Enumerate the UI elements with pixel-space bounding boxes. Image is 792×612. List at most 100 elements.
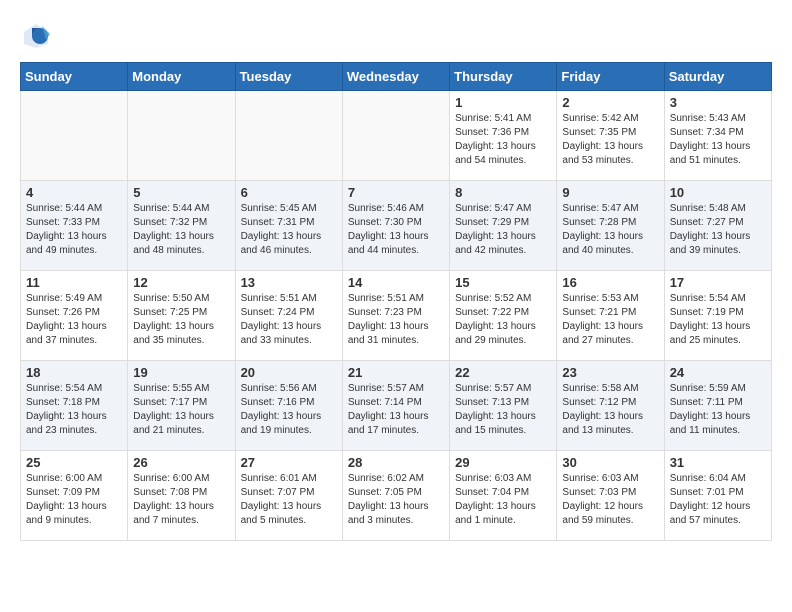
day-number: 4 — [26, 185, 122, 200]
day-info: Sunrise: 5:51 AM Sunset: 7:23 PM Dayligh… — [348, 292, 444, 348]
day-info: Sunrise: 5:46 AM Sunset: 7:30 PM Dayligh… — [348, 202, 444, 258]
day-info: Sunrise: 5:55 AM Sunset: 7:17 PM Dayligh… — [133, 382, 229, 438]
calendar-cell: 12 Sunrise: 5:50 AM Sunset: 7:25 PM Dayli… — [128, 271, 235, 361]
calendar-cell: 10Sunrise: 5:48 AM Sunset: 7:27 PM Dayli… — [664, 181, 771, 271]
day-number: 8 — [455, 185, 551, 200]
header-friday: Friday — [557, 63, 664, 91]
page-header — [20, 20, 772, 52]
day-number: 1 — [455, 95, 551, 110]
calendar-table: SundayMondayTuesdayWednesdayThursdayFrid… — [20, 62, 772, 541]
calendar-cell: 3 Sunrise: 5:43 AM Sunset: 7:34 PM Daylig… — [664, 91, 771, 181]
calendar-week-5: 25 Sunrise: 6:00 AM Sunset: 7:09 PM Dayli… — [21, 451, 772, 541]
day-number: 7 — [348, 185, 444, 200]
calendar-cell: 13 Sunrise: 5:51 AM Sunset: 7:24 PM Dayli… — [235, 271, 342, 361]
calendar-cell: 4 Sunrise: 5:44 AM Sunset: 7:33 PM Daylig… — [21, 181, 128, 271]
day-number: 5 — [133, 185, 229, 200]
calendar-week-3: 11Sunrise: 5:49 AM Sunset: 7:26 PM Dayli… — [21, 271, 772, 361]
day-info: Sunrise: 5:54 AM Sunset: 7:18 PM Dayligh… — [26, 382, 122, 438]
day-number: 22 — [455, 365, 551, 380]
day-info: Sunrise: 5:59 AM Sunset: 7:11 PM Dayligh… — [670, 382, 766, 438]
day-number: 21 — [348, 365, 444, 380]
calendar-cell: 5 Sunrise: 5:44 AM Sunset: 7:32 PM Daylig… — [128, 181, 235, 271]
day-info: Sunrise: 5:57 AM Sunset: 7:14 PM Dayligh… — [348, 382, 444, 438]
day-number: 14 — [348, 275, 444, 290]
calendar-cell: 28Sunrise: 6:02 AM Sunset: 7:05 PM Dayli… — [342, 451, 449, 541]
day-info: Sunrise: 5:50 AM Sunset: 7:25 PM Dayligh… — [133, 292, 229, 348]
day-number: 11 — [26, 275, 122, 290]
header-wednesday: Wednesday — [342, 63, 449, 91]
calendar-cell: 29 Sunrise: 6:03 AM Sunset: 7:04 PM Dayli… — [450, 451, 557, 541]
calendar-cell: 6Sunrise: 5:45 AM Sunset: 7:31 PM Daylig… — [235, 181, 342, 271]
day-number: 13 — [241, 275, 337, 290]
day-number: 20 — [241, 365, 337, 380]
calendar-cell: 1 Sunrise: 5:41 AM Sunset: 7:36 PM Daylig… — [450, 91, 557, 181]
calendar-cell: 14 Sunrise: 5:51 AM Sunset: 7:23 PM Dayli… — [342, 271, 449, 361]
calendar-cell: 26Sunrise: 6:00 AM Sunset: 7:08 PM Dayli… — [128, 451, 235, 541]
calendar-cell — [21, 91, 128, 181]
calendar-cell: 7 Sunrise: 5:46 AM Sunset: 7:30 PM Daylig… — [342, 181, 449, 271]
day-info: Sunrise: 6:03 AM Sunset: 7:03 PM Dayligh… — [562, 472, 658, 528]
calendar-cell: 8 Sunrise: 5:47 AM Sunset: 7:29 PM Daylig… — [450, 181, 557, 271]
day-info: Sunrise: 6:03 AM Sunset: 7:04 PM Dayligh… — [455, 472, 551, 528]
calendar-header-row: SundayMondayTuesdayWednesdayThursdayFrid… — [21, 63, 772, 91]
day-info: Sunrise: 5:43 AM Sunset: 7:34 PM Dayligh… — [670, 112, 766, 168]
calendar-cell: 2Sunrise: 5:42 AM Sunset: 7:35 PM Daylig… — [557, 91, 664, 181]
day-number: 23 — [562, 365, 658, 380]
calendar-cell: 25 Sunrise: 6:00 AM Sunset: 7:09 PM Dayli… — [21, 451, 128, 541]
calendar-cell: 22 Sunrise: 5:57 AM Sunset: 7:13 PM Dayli… — [450, 361, 557, 451]
day-number: 25 — [26, 455, 122, 470]
day-info: Sunrise: 5:41 AM Sunset: 7:36 PM Dayligh… — [455, 112, 551, 168]
calendar-cell: 17 Sunrise: 5:54 AM Sunset: 7:19 PM Dayli… — [664, 271, 771, 361]
day-info: Sunrise: 6:02 AM Sunset: 7:05 PM Dayligh… — [348, 472, 444, 528]
header-tuesday: Tuesday — [235, 63, 342, 91]
day-info: Sunrise: 5:58 AM Sunset: 7:12 PM Dayligh… — [562, 382, 658, 438]
calendar-cell: 24 Sunrise: 5:59 AM Sunset: 7:11 PM Dayli… — [664, 361, 771, 451]
header-saturday: Saturday — [664, 63, 771, 91]
day-info: Sunrise: 5:54 AM Sunset: 7:19 PM Dayligh… — [670, 292, 766, 348]
calendar-cell: 18 Sunrise: 5:54 AM Sunset: 7:18 PM Dayli… — [21, 361, 128, 451]
header-thursday: Thursday — [450, 63, 557, 91]
header-monday: Monday — [128, 63, 235, 91]
day-number: 27 — [241, 455, 337, 470]
day-number: 12 — [133, 275, 229, 290]
day-number: 9 — [562, 185, 658, 200]
day-number: 29 — [455, 455, 551, 470]
day-number: 31 — [670, 455, 766, 470]
day-number: 17 — [670, 275, 766, 290]
calendar-cell: 20 Sunrise: 5:56 AM Sunset: 7:16 PM Dayli… — [235, 361, 342, 451]
day-info: Sunrise: 5:47 AM Sunset: 7:29 PM Dayligh… — [455, 202, 551, 258]
day-info: Sunrise: 5:44 AM Sunset: 7:33 PM Dayligh… — [26, 202, 122, 258]
calendar-cell: 16 Sunrise: 5:53 AM Sunset: 7:21 PM Dayli… — [557, 271, 664, 361]
day-info: Sunrise: 5:56 AM Sunset: 7:16 PM Dayligh… — [241, 382, 337, 438]
day-number: 16 — [562, 275, 658, 290]
day-number: 10 — [670, 185, 766, 200]
day-number: 3 — [670, 95, 766, 110]
calendar-week-4: 18 Sunrise: 5:54 AM Sunset: 7:18 PM Dayli… — [21, 361, 772, 451]
logo — [20, 20, 56, 52]
calendar-cell: 31 Sunrise: 6:04 AM Sunset: 7:01 PM Dayli… — [664, 451, 771, 541]
calendar-week-2: 4 Sunrise: 5:44 AM Sunset: 7:33 PM Daylig… — [21, 181, 772, 271]
calendar-cell: 23 Sunrise: 5:58 AM Sunset: 7:12 PM Dayli… — [557, 361, 664, 451]
calendar-cell: 19 Sunrise: 5:55 AM Sunset: 7:17 PM Dayli… — [128, 361, 235, 451]
calendar-cell: 21 Sunrise: 5:57 AM Sunset: 7:14 PM Dayli… — [342, 361, 449, 451]
day-info: Sunrise: 6:01 AM Sunset: 7:07 PM Dayligh… — [241, 472, 337, 528]
day-number: 19 — [133, 365, 229, 380]
day-info: Sunrise: 5:44 AM Sunset: 7:32 PM Dayligh… — [133, 202, 229, 258]
calendar-cell: 9Sunrise: 5:47 AM Sunset: 7:28 PM Daylig… — [557, 181, 664, 271]
calendar-week-1: 1 Sunrise: 5:41 AM Sunset: 7:36 PM Daylig… — [21, 91, 772, 181]
day-number: 26 — [133, 455, 229, 470]
day-number: 15 — [455, 275, 551, 290]
day-info: Sunrise: 6:04 AM Sunset: 7:01 PM Dayligh… — [670, 472, 766, 528]
day-info: Sunrise: 6:00 AM Sunset: 7:09 PM Dayligh… — [26, 472, 122, 528]
day-info: Sunrise: 5:45 AM Sunset: 7:31 PM Dayligh… — [241, 202, 337, 258]
calendar-cell — [342, 91, 449, 181]
day-number: 18 — [26, 365, 122, 380]
day-info: Sunrise: 5:57 AM Sunset: 7:13 PM Dayligh… — [455, 382, 551, 438]
calendar-cell: 11Sunrise: 5:49 AM Sunset: 7:26 PM Dayli… — [21, 271, 128, 361]
calendar-cell: 27 Sunrise: 6:01 AM Sunset: 7:07 PM Dayli… — [235, 451, 342, 541]
day-info: Sunrise: 5:53 AM Sunset: 7:21 PM Dayligh… — [562, 292, 658, 348]
day-number: 24 — [670, 365, 766, 380]
calendar-cell — [128, 91, 235, 181]
day-number: 2 — [562, 95, 658, 110]
day-info: Sunrise: 5:51 AM Sunset: 7:24 PM Dayligh… — [241, 292, 337, 348]
